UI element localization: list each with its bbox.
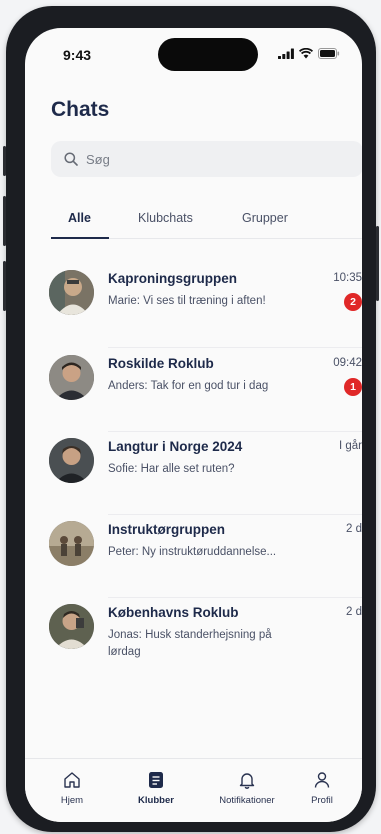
battery-icon xyxy=(318,48,340,59)
signal-icon xyxy=(278,48,294,59)
tab-grupper[interactable]: Grupper xyxy=(242,211,288,225)
bell-icon xyxy=(207,769,287,791)
search-bar[interactable]: Søg xyxy=(51,141,362,177)
mute-switch xyxy=(3,146,6,176)
chat-time: 09:42 xyxy=(333,357,362,369)
bottom-navigation: Hjem Klubber Notifikationer Profil xyxy=(25,758,362,822)
chat-item-roskilde-roklub[interactable]: Roskilde Roklub Anders: Tak for en god t… xyxy=(25,350,362,432)
chat-preview: Sofie: Har alle set ruten? xyxy=(108,463,235,475)
avatar xyxy=(49,521,94,566)
nav-hjem[interactable]: Hjem xyxy=(37,769,107,806)
chat-preview: Anders: Tak for en god tur i dag xyxy=(108,380,269,392)
power-button xyxy=(376,226,379,301)
chat-name: Instruktørgruppen xyxy=(108,522,225,537)
chat-divider xyxy=(108,514,362,515)
person-icon xyxy=(287,769,357,791)
nav-profil[interactable]: Profil xyxy=(287,769,357,806)
chat-time: I går xyxy=(338,440,362,452)
nav-klubber[interactable]: Klubber xyxy=(121,769,191,806)
avatar xyxy=(49,438,94,483)
chat-item-langtur-i-norge[interactable]: Langtur i Norge 2024 Sofie: Har alle set… xyxy=(25,433,362,515)
screen: 9:43 Chats Søg Alle Klubchats Grupper Ka… xyxy=(25,28,362,822)
chat-item-kobenhavns-roklub[interactable]: Københavns Roklub Jonas: Husk standerhej… xyxy=(25,599,362,695)
active-tab-indicator xyxy=(51,237,109,239)
nav-label: Klubber xyxy=(138,795,174,806)
chat-preview: Peter: Ny instruktøruddannelse... xyxy=(108,546,277,558)
clubs-icon xyxy=(121,769,191,791)
status-icons xyxy=(278,48,340,59)
chat-time: 2 d xyxy=(346,606,362,618)
dynamic-island xyxy=(158,38,258,71)
chat-divider xyxy=(108,347,362,348)
volume-down-button xyxy=(3,261,6,311)
tab-klubchats[interactable]: Klubchats xyxy=(138,211,193,225)
chat-preview: Jonas: Husk standerhejsning på lørdag xyxy=(108,629,272,658)
status-time: 9:43 xyxy=(63,47,92,63)
search-icon xyxy=(64,152,78,166)
avatar xyxy=(49,270,94,315)
chat-item-instruktorgruppen[interactable]: Instruktørgruppen Peter: Ny instruktørud… xyxy=(25,516,362,598)
chat-filter-tabs: Alle Klubchats Grupper xyxy=(51,208,362,239)
nav-label: Hjem xyxy=(60,795,84,806)
unread-badge: 2 xyxy=(344,293,362,311)
nav-notifikationer[interactable]: Notifikationer xyxy=(207,769,287,806)
chat-name: Københavns Roklub xyxy=(108,605,239,620)
tab-alle[interactable]: Alle xyxy=(68,211,91,225)
wifi-icon xyxy=(299,48,313,59)
search-input[interactable]: Søg xyxy=(86,152,110,167)
chat-preview: Marie: Vi ses til træning i aften! xyxy=(108,295,266,307)
chat-divider xyxy=(108,431,362,432)
page-title: Chats xyxy=(51,98,110,121)
home-icon xyxy=(37,769,107,791)
nav-label: Notifikationer xyxy=(219,795,275,806)
status-bar: 9:43 xyxy=(25,28,362,78)
chat-name: Roskilde Roklub xyxy=(108,356,214,371)
phone-frame: 9:43 Chats Søg Alle Klubchats Grupper Ka… xyxy=(3,6,379,832)
chat-time: 10:35 xyxy=(333,272,362,284)
chat-time: 2 d xyxy=(346,523,362,535)
volume-up-button xyxy=(3,196,6,246)
unread-badge: 1 xyxy=(344,378,362,396)
chat-name: Kaproningsgruppen xyxy=(108,271,237,286)
chat-name: Langtur i Norge 2024 xyxy=(108,439,243,454)
avatar xyxy=(49,355,94,400)
avatar xyxy=(49,604,94,649)
chat-divider xyxy=(108,597,362,598)
chat-item-kaproningsgruppen[interactable]: Kaproningsgruppen Marie: Vi ses til træn… xyxy=(25,265,362,347)
nav-label: Profil xyxy=(311,795,333,806)
